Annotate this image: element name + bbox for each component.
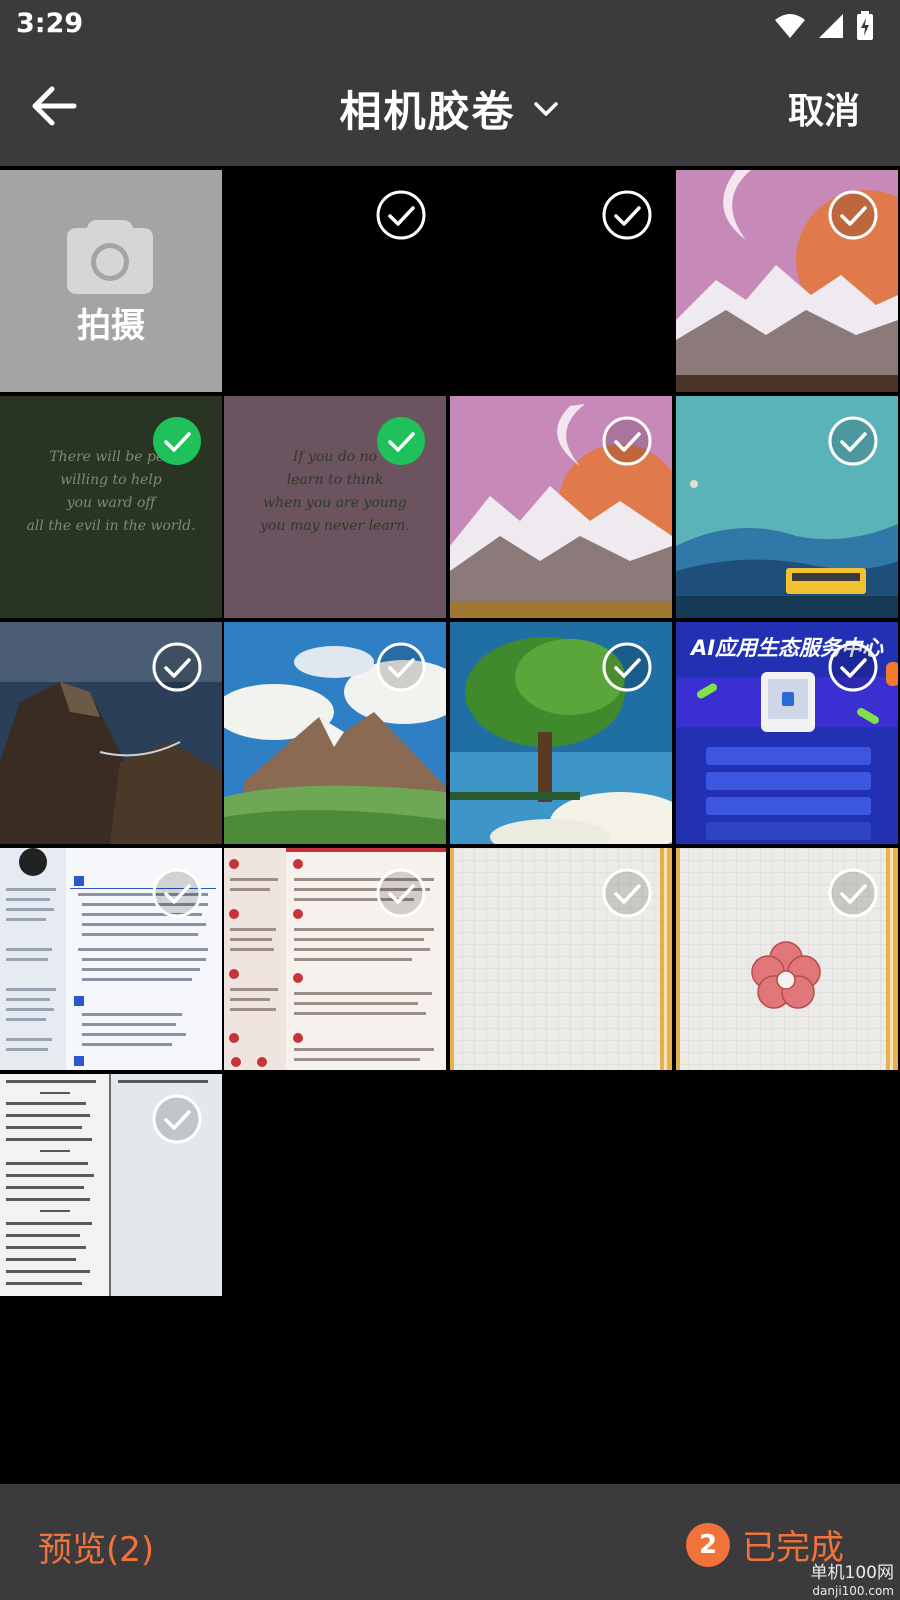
- photo-tile[interactable]: [676, 396, 898, 618]
- check-circle-icon[interactable]: [376, 190, 426, 240]
- check-circle-icon[interactable]: [828, 416, 878, 466]
- check-selected-icon[interactable]: [152, 416, 202, 466]
- photo-tile[interactable]: [676, 848, 898, 1070]
- check-circle-icon[interactable]: [602, 190, 652, 240]
- check-circle-icon[interactable]: [376, 868, 426, 918]
- check-circle-icon[interactable]: [152, 868, 202, 918]
- photo-tile[interactable]: [0, 1074, 222, 1296]
- check-circle-icon[interactable]: [376, 642, 426, 692]
- photo-tile[interactable]: AI应用生态服务中心: [676, 622, 898, 844]
- done-button[interactable]: 2 已完成: [686, 1520, 844, 1569]
- photo-tile[interactable]: [450, 170, 672, 392]
- photo-tile[interactable]: [0, 848, 222, 1070]
- watermark: 单机100网 danji100.com: [811, 1564, 894, 1600]
- preview-button[interactable]: 预览(2): [38, 1522, 154, 1571]
- header-bar: 相机胶卷 取消: [0, 52, 900, 166]
- photo-tile[interactable]: [450, 396, 672, 618]
- photo-tile[interactable]: [450, 622, 672, 844]
- status-icons: [774, 10, 874, 42]
- done-label: 已完成: [742, 1528, 844, 1568]
- check-circle-icon[interactable]: [152, 1094, 202, 1144]
- album-selector[interactable]: 相机胶卷: [0, 78, 900, 139]
- status-time: 3:29: [16, 8, 84, 39]
- check-circle-icon[interactable]: [828, 190, 878, 240]
- photo-tile[interactable]: [224, 170, 446, 392]
- selected-count-badge: 2: [686, 1522, 730, 1567]
- wifi-icon: [775, 14, 805, 38]
- cellular-signal-icon: [819, 14, 843, 38]
- check-circle-icon[interactable]: [828, 868, 878, 918]
- camera-icon: [67, 220, 153, 294]
- check-circle-icon[interactable]: [602, 416, 652, 466]
- watermark-url: danji100.com: [812, 1584, 894, 1598]
- check-circle-icon[interactable]: [602, 642, 652, 692]
- photo-tile[interactable]: [224, 848, 446, 1070]
- photo-tile[interactable]: [0, 622, 222, 844]
- album-title: 相机胶卷: [339, 87, 516, 136]
- bottom-action-bar: 预览(2) 2 已完成 单机100网 danji100.com: [0, 1484, 900, 1600]
- photo-tile[interactable]: There will be peo willing to help you wa…: [0, 396, 222, 618]
- check-circle-icon[interactable]: [152, 642, 202, 692]
- photo-tile[interactable]: [676, 170, 898, 392]
- photo-tile[interactable]: If you do no learn to think when you are…: [224, 396, 446, 618]
- battery-charging-icon: [857, 11, 873, 40]
- status-bar: 3:29: [0, 0, 900, 52]
- check-circle-icon[interactable]: [828, 642, 878, 692]
- photo-tile[interactable]: [224, 622, 446, 844]
- cancel-button[interactable]: 取消: [788, 82, 860, 134]
- photo-tile[interactable]: [450, 848, 672, 1070]
- watermark-text: 单机100网: [810, 1563, 894, 1583]
- check-selected-icon[interactable]: [376, 416, 426, 466]
- chevron-down-icon: [533, 101, 558, 116]
- check-circle-icon[interactable]: [602, 868, 652, 918]
- camera-label: 拍摄: [77, 306, 145, 346]
- camera-capture-tile[interactable]: 拍摄: [0, 170, 222, 392]
